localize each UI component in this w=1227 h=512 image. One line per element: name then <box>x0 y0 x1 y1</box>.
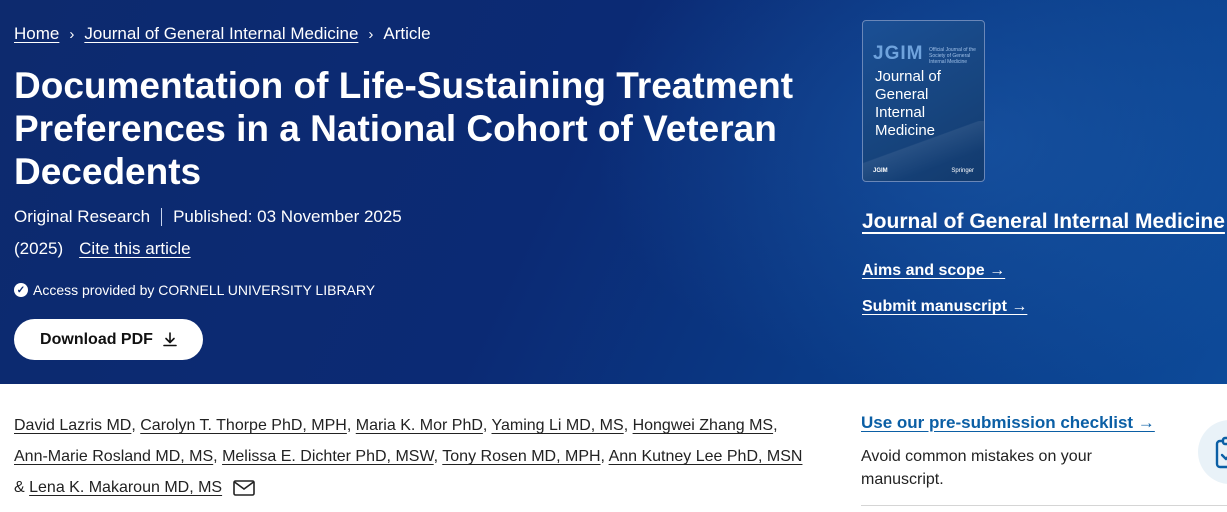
author-list: David Lazris MD, Carolyn T. Thorpe PhD, … <box>14 410 814 503</box>
author-link[interactable]: Hongwei Zhang MS <box>633 417 774 434</box>
checklist-bubble[interactable] <box>1198 420 1227 484</box>
author-separator: , <box>131 417 141 434</box>
author-link[interactable]: Yaming Li MD, MS <box>492 417 624 434</box>
journal-cover[interactable]: JGIM Official Journal of the Society of … <box>862 20 985 182</box>
mail-icon[interactable] <box>232 479 255 496</box>
journal-name-link[interactable]: Journal of General Internal Medicine <box>862 210 1225 234</box>
meta-divider <box>161 208 163 226</box>
breadcrumb-journal[interactable]: Journal of General Internal Medicine <box>84 24 358 44</box>
author-separator: , <box>600 448 609 465</box>
breadcrumb-separator-icon: › <box>368 25 374 43</box>
article-title: Documentation of Life-Sustaining Treatme… <box>14 65 794 192</box>
author-link[interactable]: David Lazris MD <box>14 417 131 434</box>
cover-abbr: JGIM <box>873 43 924 64</box>
download-pdf-button[interactable]: Download PDF <box>14 319 203 360</box>
cite-article-link[interactable]: Cite this article <box>79 239 190 259</box>
author-link[interactable]: Carolyn T. Thorpe PhD, MPH <box>140 417 347 434</box>
presubmission-checklist-link[interactable]: Use our pre-submission checklist → <box>861 413 1155 433</box>
breadcrumb-separator-icon: › <box>69 25 75 43</box>
cover-logo-springer: Springer <box>951 168 974 174</box>
author-link[interactable]: Melissa E. Dichter PhD, MSW <box>222 448 434 465</box>
breadcrumb-current: Article <box>383 24 431 43</box>
author-separator: , <box>346 417 356 434</box>
author-separator: , <box>433 448 443 465</box>
article-header: Home › Journal of General Internal Medic… <box>0 0 1227 384</box>
author-separator: , <box>482 417 492 434</box>
author-separator: , <box>623 417 633 434</box>
article-meta: Original Research Published: 03 November… <box>14 207 402 227</box>
author-link[interactable]: Maria K. Mor PhD <box>356 417 483 434</box>
sidebar-divider <box>861 505 1227 506</box>
article-type: Original Research <box>14 207 151 226</box>
clipboard-check-icon <box>1215 436 1227 469</box>
author-link[interactable]: Ann-Marie Rosland MD, MS <box>14 448 213 465</box>
author-separator: & <box>14 479 30 496</box>
author-separator: , <box>213 448 223 465</box>
submit-manuscript-link[interactable]: Submit manuscript → <box>862 298 1027 316</box>
cover-logo-left: JGIM <box>873 168 888 174</box>
breadcrumb-home[interactable]: Home <box>14 24 59 44</box>
published-date: Published: 03 November 2025 <box>173 207 402 226</box>
author-link[interactable]: Tony Rosen MD, MPH <box>442 448 600 465</box>
access-text: Access provided by CORNELL UNIVERSITY LI… <box>33 282 376 298</box>
article-year: (2025) <box>14 239 64 258</box>
author-link[interactable]: Ann Kutney Lee PhD, MSN <box>609 448 803 465</box>
checklist-description: Avoid common mistakes on your manuscript… <box>861 448 1092 488</box>
cover-subtitle: Official Journal of the Society of Gener… <box>929 47 976 65</box>
article-year-row: (2025) Cite this article <box>14 239 191 259</box>
breadcrumb: Home › Journal of General Internal Medic… <box>14 24 431 44</box>
download-icon <box>163 332 177 347</box>
author-separator: , <box>773 417 778 434</box>
access-notice: ✓ Access provided by CORNELL UNIVERSITY … <box>14 282 375 298</box>
author-link[interactable]: Lena K. Makaroun MD, MS <box>29 479 222 496</box>
check-circle-icon: ✓ <box>14 283 28 297</box>
download-pdf-label: Download PDF <box>40 330 153 348</box>
aims-scope-link[interactable]: Aims and scope → <box>862 262 1005 280</box>
